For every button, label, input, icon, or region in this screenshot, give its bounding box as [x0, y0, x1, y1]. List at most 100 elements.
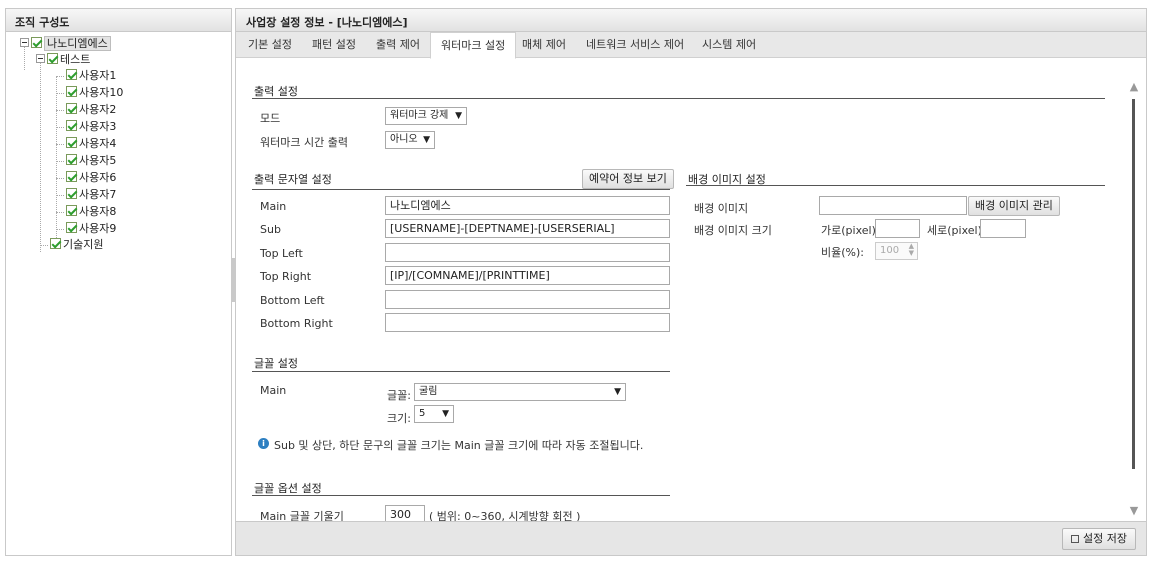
tab-system-control[interactable]: 시스템 제어	[692, 32, 766, 58]
tab-network-control[interactable]: 네트워크 서비스 제어	[576, 32, 694, 58]
collapse-icon[interactable]	[36, 54, 45, 63]
tree-node-user[interactable]: 사용자5	[66, 153, 116, 169]
font-select[interactable]: 굴림 ▼	[414, 383, 626, 401]
tree-connector	[56, 229, 64, 230]
tree-node-user[interactable]: 사용자2	[66, 102, 116, 118]
watermark-time-label: 워터마크 시간 출력	[260, 136, 348, 149]
watermark-time-select[interactable]: 아니오 ▼	[385, 131, 435, 149]
checkbox-checked-icon[interactable]	[66, 86, 77, 97]
tab-pattern[interactable]: 패턴 설정	[302, 32, 366, 58]
string-settings-title: 출력 문자열 설정	[254, 173, 332, 186]
checkbox-checked-icon[interactable]	[66, 171, 77, 182]
scroll-up-icon[interactable]: ▲	[1128, 81, 1140, 93]
tree-node-user[interactable]: 사용자1	[66, 68, 116, 84]
checkbox-checked-icon[interactable]	[47, 53, 58, 64]
tree-connector	[56, 178, 64, 179]
bg-image-manage-button[interactable]: 배경 이미지 관리	[968, 196, 1060, 216]
dropdown-arrow-icon: ▼	[423, 135, 430, 145]
content-scrollbar[interactable]: ▲ ▼	[1128, 69, 1140, 517]
dropdown-arrow-icon: ▼	[614, 387, 621, 397]
tree-node-user[interactable]: 사용자4	[66, 136, 116, 152]
save-settings-button[interactable]: 설정 저장	[1062, 528, 1136, 550]
height-label: 세로(pixel):	[927, 224, 986, 237]
tree-connector	[56, 144, 64, 145]
bg-image-label: 배경 이미지	[694, 202, 749, 215]
string-field-label: Sub	[260, 223, 281, 237]
tree-connector	[56, 195, 64, 196]
checkbox-checked-icon[interactable]	[66, 137, 77, 148]
mode-select[interactable]: 워터마크 강제 ▼	[385, 107, 467, 125]
checkbox-checked-icon[interactable]	[66, 222, 77, 233]
string-field-input[interactable]: [IP]/[COMNAME]/[PRINTTIME]	[385, 266, 670, 286]
settings-title: 사업장 설정 정보 - [나노디엠에스]	[236, 9, 1146, 32]
section-divider	[252, 371, 670, 372]
tree-node-other[interactable]: 기술지원	[50, 237, 103, 253]
tree-node-user[interactable]: 사용자3	[66, 119, 116, 135]
checkbox-checked-icon[interactable]	[50, 238, 61, 249]
scroll-thumb[interactable]	[1132, 99, 1135, 469]
ratio-label: 비율(%):	[821, 246, 864, 259]
string-field-input[interactable]	[385, 289, 670, 309]
checkbox-checked-icon[interactable]	[66, 103, 77, 114]
collapse-icon[interactable]	[20, 38, 29, 47]
section-divider	[252, 495, 670, 496]
tree-connector	[56, 212, 64, 213]
checkbox-checked-icon[interactable]	[31, 37, 42, 48]
org-tree-panel: 조직 구성도 나노디엠에스 테스트 사용자1 사용자10 사용자2 사용자3 사용자4 사…	[5, 8, 232, 556]
tree-connector	[56, 110, 64, 111]
tree-connector	[56, 127, 64, 128]
tree-node-user[interactable]: 사용자8	[66, 204, 116, 220]
string-field-label: Top Right	[260, 270, 312, 284]
width-label: 가로(pixel):	[821, 224, 880, 237]
tree-node-user[interactable]: 사용자7	[66, 187, 116, 203]
tree-node-user[interactable]: 사용자6	[66, 170, 116, 186]
checkbox-checked-icon[interactable]	[66, 154, 77, 165]
tree-node-user[interactable]: 사용자10	[66, 85, 123, 101]
width-input[interactable]	[875, 219, 920, 238]
tree-node-group[interactable]: 테스트	[36, 52, 90, 68]
tab-media-control[interactable]: 매체 제어	[512, 32, 576, 58]
string-field-input[interactable]	[385, 242, 670, 262]
font-option-title: 글꼴 옵션 설정	[254, 482, 322, 495]
section-divider	[252, 98, 1105, 99]
checkbox-checked-icon[interactable]	[66, 188, 77, 199]
scroll-down-icon[interactable]: ▼	[1128, 505, 1140, 517]
dropdown-arrow-icon: ▼	[442, 409, 449, 419]
string-field-label: Top Left	[260, 246, 303, 260]
mode-label: 모드	[260, 112, 281, 125]
dropdown-arrow-icon: ▼	[455, 111, 462, 121]
tab-output-control[interactable]: 출력 제어	[366, 32, 430, 58]
height-input[interactable]	[980, 219, 1026, 238]
font-label: 글꼴:	[387, 389, 411, 402]
font-info-text: Sub 및 상단, 하단 문구의 글꼴 크기는 Main 글꼴 크기에 따라 자…	[274, 439, 644, 452]
font-settings-title: 글꼴 설정	[254, 357, 298, 370]
checkbox-checked-icon[interactable]	[66, 205, 77, 216]
reserved-words-button[interactable]: 예약어 정보 보기	[582, 169, 674, 189]
tab-watermark[interactable]: 워터마크 설정	[430, 32, 517, 59]
checkbox-checked-icon[interactable]	[66, 69, 77, 80]
tree-node-root[interactable]: 나노디엠에스	[20, 36, 111, 52]
save-icon	[1071, 535, 1080, 543]
spinner-arrows-icon: ▲ ▼	[908, 242, 914, 257]
string-field-input[interactable]: [USERNAME]-[DEPTNAME]-[USERSERIAL]	[385, 219, 670, 239]
checkbox-checked-icon[interactable]	[66, 120, 77, 131]
bg-size-label: 배경 이미지 크기	[694, 224, 772, 237]
tree-connector	[56, 93, 64, 94]
tab-basic[interactable]: 기본 설정	[238, 32, 302, 58]
string-field-label: Bottom Left	[260, 293, 325, 307]
footer-bar: 설정 저장	[236, 521, 1146, 555]
tree-node-user[interactable]: 사용자9	[66, 221, 116, 237]
info-icon: i	[258, 438, 269, 449]
settings-panel: 사업장 설정 정보 - [나노디엠에스] 기본 설정 패턴 설정 출력 제어 워…	[235, 8, 1147, 556]
font-size-label: 크기:	[387, 412, 411, 425]
string-field-input[interactable]	[385, 313, 670, 332]
settings-tabs: 기본 설정 패턴 설정 출력 제어 워터마크 설정 매체 제어 네트워크 서비스…	[236, 32, 1146, 59]
string-field-label: Main	[260, 200, 287, 213]
bg-image-input[interactable]	[819, 196, 967, 215]
font-size-select[interactable]: 5 ▼	[414, 405, 454, 423]
font-main-label: Main	[260, 384, 287, 397]
org-tree-title: 조직 구성도	[6, 9, 231, 32]
string-field-label: Bottom Right	[260, 317, 333, 330]
watermark-settings-content: 출력 설정 모드 워터마크 강제 ▼ 워터마크 시간 출력 아니오 ▼ 출력 문자열…	[236, 59, 1146, 523]
string-field-input[interactable]: 나노디엠에스	[385, 196, 670, 215]
